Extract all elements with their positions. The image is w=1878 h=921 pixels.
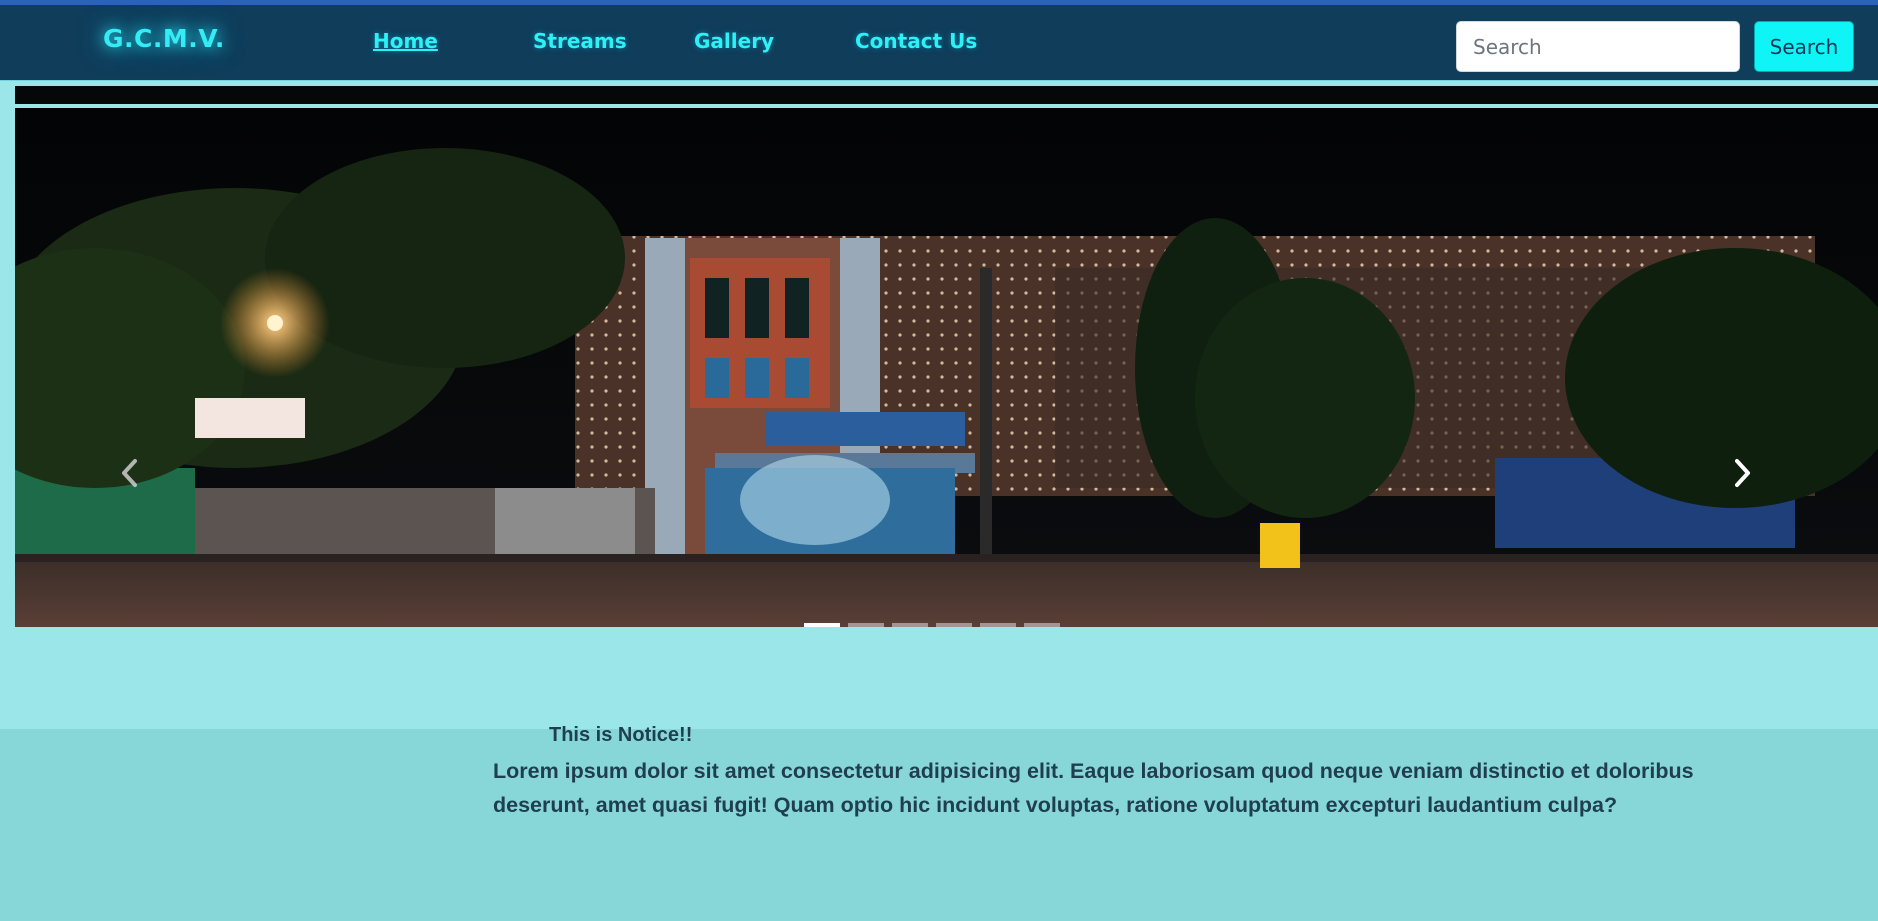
image-carousel[interactable] [15, 108, 1878, 627]
carousel-slide-image [15, 108, 1878, 627]
nav-link-streams[interactable]: Streams [533, 29, 627, 53]
brand-logo[interactable]: G.C.M.V. [103, 24, 225, 53]
carousel-indicator[interactable] [804, 623, 840, 627]
nav-link-home[interactable]: Home [373, 29, 438, 53]
navbar: G.C.M.V. Home Streams Gallery Contact Us… [0, 5, 1878, 81]
carousel-indicators [804, 623, 1060, 627]
notice-title: This is Notice!! [549, 724, 693, 746]
carousel-indicator[interactable] [892, 623, 928, 627]
carousel-next-button[interactable] [1732, 458, 1772, 508]
carousel-indicator[interactable] [1024, 623, 1060, 627]
search-button[interactable]: Search [1754, 21, 1854, 72]
carousel-indicator[interactable] [936, 623, 972, 627]
chevron-left-icon [122, 459, 137, 487]
carousel-indicator[interactable] [980, 623, 1016, 627]
notice-body: Lorem ipsum dolor sit amet consectetur a… [493, 759, 1694, 817]
nav-link-contact-us[interactable]: Contact Us [855, 29, 977, 53]
carousel-prev-button[interactable] [120, 458, 160, 508]
carousel-top-strip [15, 86, 1878, 104]
search-input[interactable] [1456, 21, 1740, 72]
chevron-right-icon [1735, 459, 1750, 487]
nav-link-gallery[interactable]: Gallery [694, 29, 774, 53]
carousel-indicator[interactable] [848, 623, 884, 627]
